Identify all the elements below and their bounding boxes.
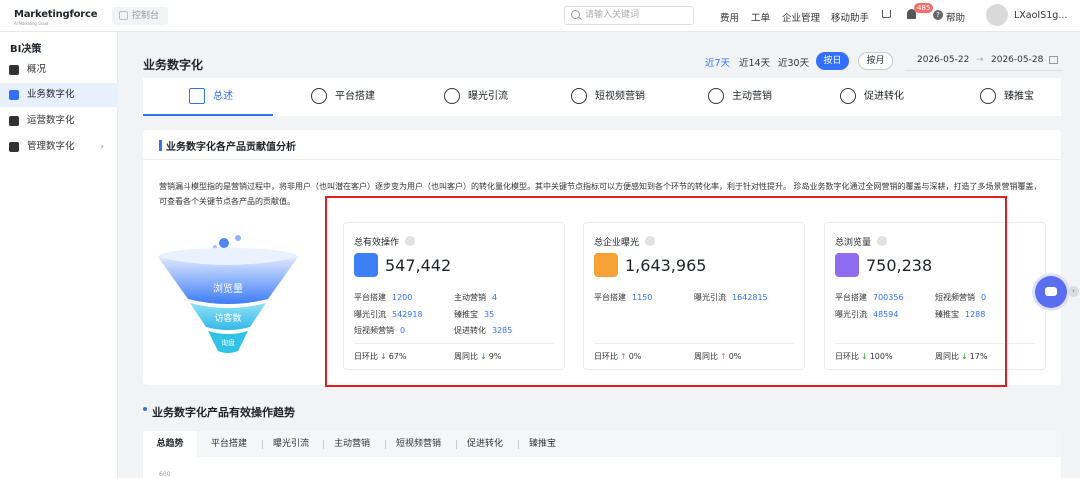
date-start: 2026-05-22	[917, 55, 970, 65]
active-tab-underline	[143, 114, 273, 116]
sidebar: BI决策 概况 业务数字化 运营数字化 管理数字化 ›	[0, 32, 118, 478]
sidebar-item-operation[interactable]: 运营数字化	[0, 109, 118, 133]
home-icon	[119, 11, 128, 20]
tab-label: 总述	[213, 91, 233, 102]
section-header: 业务数字化各产品贡献值分析	[143, 130, 1061, 160]
notification-badge: 485	[914, 3, 934, 13]
tab-conversion[interactable]: 促进转化	[840, 78, 904, 116]
cart-icon[interactable]	[882, 10, 891, 18]
overview-icon	[9, 65, 19, 75]
calendar-icon	[1049, 56, 1058, 64]
highlight-box	[325, 196, 1007, 387]
zhen-icon	[980, 88, 996, 104]
sidebar-item-label: 运营数字化	[27, 115, 75, 126]
date-end: 2026-05-28	[991, 55, 1044, 65]
by-month-button[interactable]: 按月	[858, 52, 893, 70]
username[interactable]: LXaoIS1g...	[1014, 10, 1067, 21]
sidebar-item-management[interactable]: 管理数字化 ›	[0, 135, 118, 159]
range-7d[interactable]: 近7天	[705, 55, 730, 69]
search-input[interactable]: 请输入关键词	[564, 6, 694, 25]
nav-ticket[interactable]: 工单	[751, 10, 770, 24]
management-icon	[9, 142, 19, 152]
funnel-label-inquiry: 询盘	[221, 338, 235, 347]
logo-subtitle: AI Marketing Cloud	[14, 21, 49, 26]
tab-label: 平台搭建	[335, 91, 375, 102]
logo-text: Marketingforce	[14, 9, 98, 20]
tab-zhentuibao[interactable]: 臻推宝	[980, 78, 1034, 116]
trend-tab-active-marketing[interactable]: 主动营销	[334, 431, 370, 457]
tab-separator	[323, 440, 324, 449]
date-range-picker[interactable]: 2026-05-22 → 2026-05-28	[905, 51, 1063, 71]
tab-label: 主动营销	[732, 91, 772, 102]
trend-tab-platform[interactable]: 平台搭建	[211, 431, 247, 457]
help-icon[interactable]: ?	[933, 10, 943, 20]
tab-label: 短视频营销	[595, 91, 645, 102]
video-icon	[571, 88, 587, 104]
sidebar-item-overview[interactable]: 概况	[0, 58, 118, 82]
trend-section-title: 业务数字化产品有效操作趋势	[152, 406, 295, 419]
platform-icon	[311, 88, 327, 104]
convert-icon	[840, 88, 856, 104]
nav-mobile[interactable]: 移动助手	[831, 10, 869, 24]
tab-platform[interactable]: 平台搭建	[311, 78, 375, 116]
section-accent-bar	[159, 140, 162, 151]
tab-exposure[interactable]: 曝光引流	[444, 78, 508, 116]
bubble	[219, 238, 229, 248]
search-placeholder: 请输入关键词	[585, 10, 640, 20]
trend-panel: 总趋势 平台搭建 曝光引流 主动营销 短视频营销 促进转化 臻推宝 600	[143, 431, 1061, 478]
exposure-icon	[444, 88, 460, 104]
search-icon	[571, 10, 580, 19]
bubble	[235, 235, 241, 241]
sidebar-item-label: 管理数字化	[27, 141, 75, 152]
collapse-arrow-icon[interactable]: ‹	[1068, 286, 1079, 297]
tab-video[interactable]: 短视频营销	[571, 78, 645, 116]
top-bar: Marketingforce AI Marketing Cloud 控制台 请输…	[0, 0, 1080, 32]
tab-active-marketing[interactable]: 主动营销	[708, 78, 772, 116]
sidebar-title: BI决策	[10, 44, 42, 55]
sidebar-item-label: 概况	[27, 64, 47, 75]
trend-tab-total[interactable]: 总趋势	[143, 431, 197, 457]
tab-separator	[262, 440, 263, 449]
tab-separator	[385, 440, 386, 449]
chart-icon	[189, 88, 205, 104]
console-label: 控制台	[132, 11, 160, 21]
trend-tab-conversion[interactable]: 促进转化	[467, 431, 503, 457]
marketing-funnel: 浏览量 访客数 询盘	[158, 235, 298, 353]
send-icon	[708, 88, 724, 104]
tab-overview[interactable]: 总述	[189, 78, 233, 116]
tab-label: 臻推宝	[1004, 91, 1034, 102]
tab-separator	[456, 440, 457, 449]
sidebar-item-business[interactable]: 业务数字化	[0, 83, 118, 107]
product-tabs: 总述 平台搭建 曝光引流 短视频营销 主动营销 促进转化 臻推宝	[143, 78, 1061, 116]
trend-tab-exposure[interactable]: 曝光引流	[273, 431, 309, 457]
logo[interactable]: Marketingforce AI Marketing Cloud	[14, 9, 98, 26]
trend-tabs: 总趋势 平台搭建 曝光引流 主动营销 短视频营销 促进转化 臻推宝	[143, 431, 1061, 457]
range-30d[interactable]: 近30天	[778, 55, 809, 69]
trend-tab-video[interactable]: 短视频营销	[396, 431, 441, 457]
range-14d[interactable]: 近14天	[739, 55, 770, 69]
by-day-button[interactable]: 按日	[816, 52, 849, 70]
nav-enterprise[interactable]: 企业管理	[782, 10, 820, 24]
operation-icon	[9, 116, 19, 126]
sidebar-item-label: 业务数字化	[27, 89, 75, 100]
help-link[interactable]: 帮助	[946, 10, 965, 24]
section-bullet	[143, 407, 147, 411]
date-separator: →	[976, 55, 984, 65]
nav-fee[interactable]: 费用	[720, 10, 739, 24]
avatar[interactable]	[986, 4, 1008, 26]
tab-label: 曝光引流	[468, 91, 508, 102]
chevron-right-icon: ›	[100, 142, 104, 152]
page-title: 业务数字化	[143, 58, 204, 72]
funnel-label-views: 浏览量	[213, 282, 243, 295]
tab-label: 促进转化	[864, 91, 904, 102]
y-axis-tick: 600	[159, 471, 171, 478]
assistant-bot-icon[interactable]	[1035, 276, 1067, 308]
funnel-label-visitors: 访客数	[214, 312, 241, 324]
console-button[interactable]: 控制台	[112, 7, 168, 25]
section-title: 业务数字化各产品贡献值分析	[166, 142, 296, 153]
business-icon	[9, 90, 19, 100]
trend-tab-zhentuibao[interactable]: 臻推宝	[529, 431, 556, 457]
tab-separator	[518, 440, 519, 449]
